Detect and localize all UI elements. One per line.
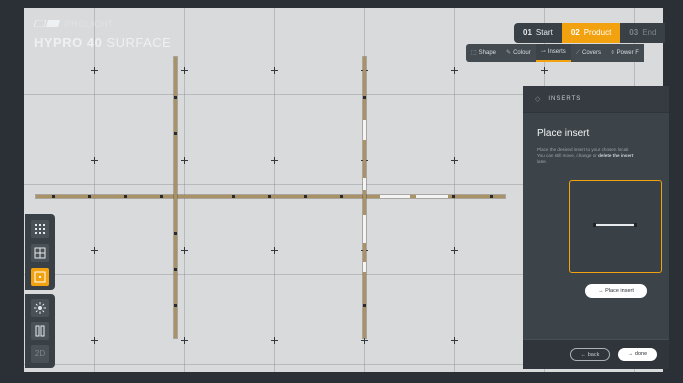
tab-inserts[interactable]: ⊸ Inserts xyxy=(535,44,571,62)
step-end[interactable]: 03 End xyxy=(620,23,666,43)
brand-header: PROLICHT HYPRO 40 SURFACE xyxy=(34,15,171,50)
profile-joint xyxy=(174,232,177,235)
placed-insert[interactable] xyxy=(363,178,366,190)
profile-joint xyxy=(160,195,163,198)
grid-small-button[interactable] xyxy=(31,220,49,238)
grid-marker xyxy=(271,157,278,164)
grid-dots-icon xyxy=(35,224,45,234)
grid-snap-icon xyxy=(34,271,46,283)
shape-icon: ⬚ xyxy=(471,50,477,56)
profile-joint xyxy=(52,195,55,198)
grid-marker xyxy=(91,67,98,74)
tab-colour[interactable]: ✎ Colour xyxy=(501,44,536,62)
panel-header-title: INSERTS xyxy=(548,96,582,102)
top-border xyxy=(0,0,683,8)
grid-marker xyxy=(271,337,278,344)
product-subtabs: ⬚ Shape ✎ Colour ⊸ Inserts ⟋ Covers ⌽ Power F xyxy=(466,44,644,62)
step-navigation: 01 Start 02 Product 03 End xyxy=(514,23,666,43)
product-title-bold: HYPRO 40 xyxy=(34,35,103,50)
back-button[interactable]: ← back xyxy=(570,348,610,361)
profile-joint xyxy=(174,304,177,307)
view-2d-button[interactable]: 2D xyxy=(31,345,49,363)
profile-view-button[interactable] xyxy=(31,322,49,340)
grid-marker xyxy=(451,67,458,74)
insert-preview-bar xyxy=(595,224,635,226)
tab-shape[interactable]: ⬚ Shape xyxy=(466,44,501,62)
covers-icon: ⟋ xyxy=(575,50,580,56)
grid-marker xyxy=(181,157,188,164)
prolicht-logo-icon xyxy=(34,20,60,28)
profile-joint xyxy=(363,304,366,307)
profile-joint xyxy=(363,96,366,99)
grid-marker xyxy=(91,247,98,254)
profile-joint xyxy=(490,195,493,198)
placed-insert[interactable] xyxy=(363,215,366,243)
tab-power[interactable]: ⌽ Power F xyxy=(606,44,644,62)
profile-joint xyxy=(304,195,307,198)
tab-covers[interactable]: ⟋ Covers xyxy=(571,44,606,62)
grid-marker xyxy=(451,337,458,344)
profile-joint xyxy=(124,195,127,198)
placed-insert[interactable] xyxy=(380,195,410,198)
profile-joint xyxy=(174,96,177,99)
step-product[interactable]: 02 Product xyxy=(561,23,621,43)
insert-preview xyxy=(569,180,662,273)
profile-joint xyxy=(340,195,343,198)
product-title-light: SURFACE xyxy=(106,35,172,50)
bottom-border xyxy=(0,372,683,383)
sun-icon xyxy=(34,302,46,314)
grid-marker xyxy=(271,67,278,74)
panel-footer: ← back → done xyxy=(523,339,669,369)
inserts-icon: ◇ xyxy=(535,96,541,103)
light-view-button[interactable] xyxy=(31,299,49,317)
grid-marker xyxy=(361,337,368,344)
placed-insert[interactable] xyxy=(363,262,366,272)
done-button[interactable]: → done xyxy=(618,348,657,361)
profile-joint xyxy=(452,195,455,198)
placed-insert[interactable] xyxy=(416,195,448,198)
profile-icon xyxy=(35,325,45,337)
grid-marker xyxy=(541,67,548,74)
profile-joint xyxy=(232,195,235,198)
view-tools: 2D xyxy=(25,294,55,368)
inserts-panel: ◇ INSERTS Place insert Place the desired… xyxy=(523,86,669,369)
grid-large-button[interactable] xyxy=(31,268,49,286)
product-title: HYPRO 40 SURFACE xyxy=(34,35,171,50)
left-border xyxy=(0,0,24,383)
grid-marker xyxy=(181,337,188,344)
colour-icon: ✎ xyxy=(506,50,512,56)
inserts-icon: ⊸ xyxy=(540,49,546,55)
grid-marker xyxy=(91,157,98,164)
grid-marker xyxy=(451,157,458,164)
grid-marker xyxy=(91,337,98,344)
grid-marker xyxy=(181,247,188,254)
insert-preview-end xyxy=(634,223,637,227)
profile-joint xyxy=(88,195,91,198)
grid-medium-button[interactable] xyxy=(31,244,49,262)
panel-header: ◇ INSERTS xyxy=(523,86,669,113)
vertical-profile-left[interactable] xyxy=(174,57,177,338)
grid-marker xyxy=(271,247,278,254)
configurator-viewport: PROLICHT HYPRO 40 SURFACE 01 Start 02 Prod… xyxy=(0,0,683,383)
profile-joint xyxy=(268,195,271,198)
grid-marker xyxy=(181,67,188,74)
grid-lines-icon xyxy=(34,247,46,259)
placed-insert[interactable] xyxy=(363,120,366,140)
profile-joint xyxy=(174,132,177,135)
step-start[interactable]: 01 Start xyxy=(514,23,562,43)
brand-name: PROLICHT xyxy=(64,18,114,29)
place-insert-button[interactable]: → Place insert xyxy=(585,284,647,298)
grid-marker xyxy=(451,247,458,254)
vertical-profile-right[interactable] xyxy=(363,57,366,338)
grid-tools xyxy=(25,214,55,290)
insert-preview-end xyxy=(593,223,596,227)
panel-title: Place insert xyxy=(537,128,590,139)
profile-joint xyxy=(174,268,177,271)
power-icon: ⌽ xyxy=(611,50,615,56)
panel-description: Place the desired insert to your chosen … xyxy=(537,147,634,164)
